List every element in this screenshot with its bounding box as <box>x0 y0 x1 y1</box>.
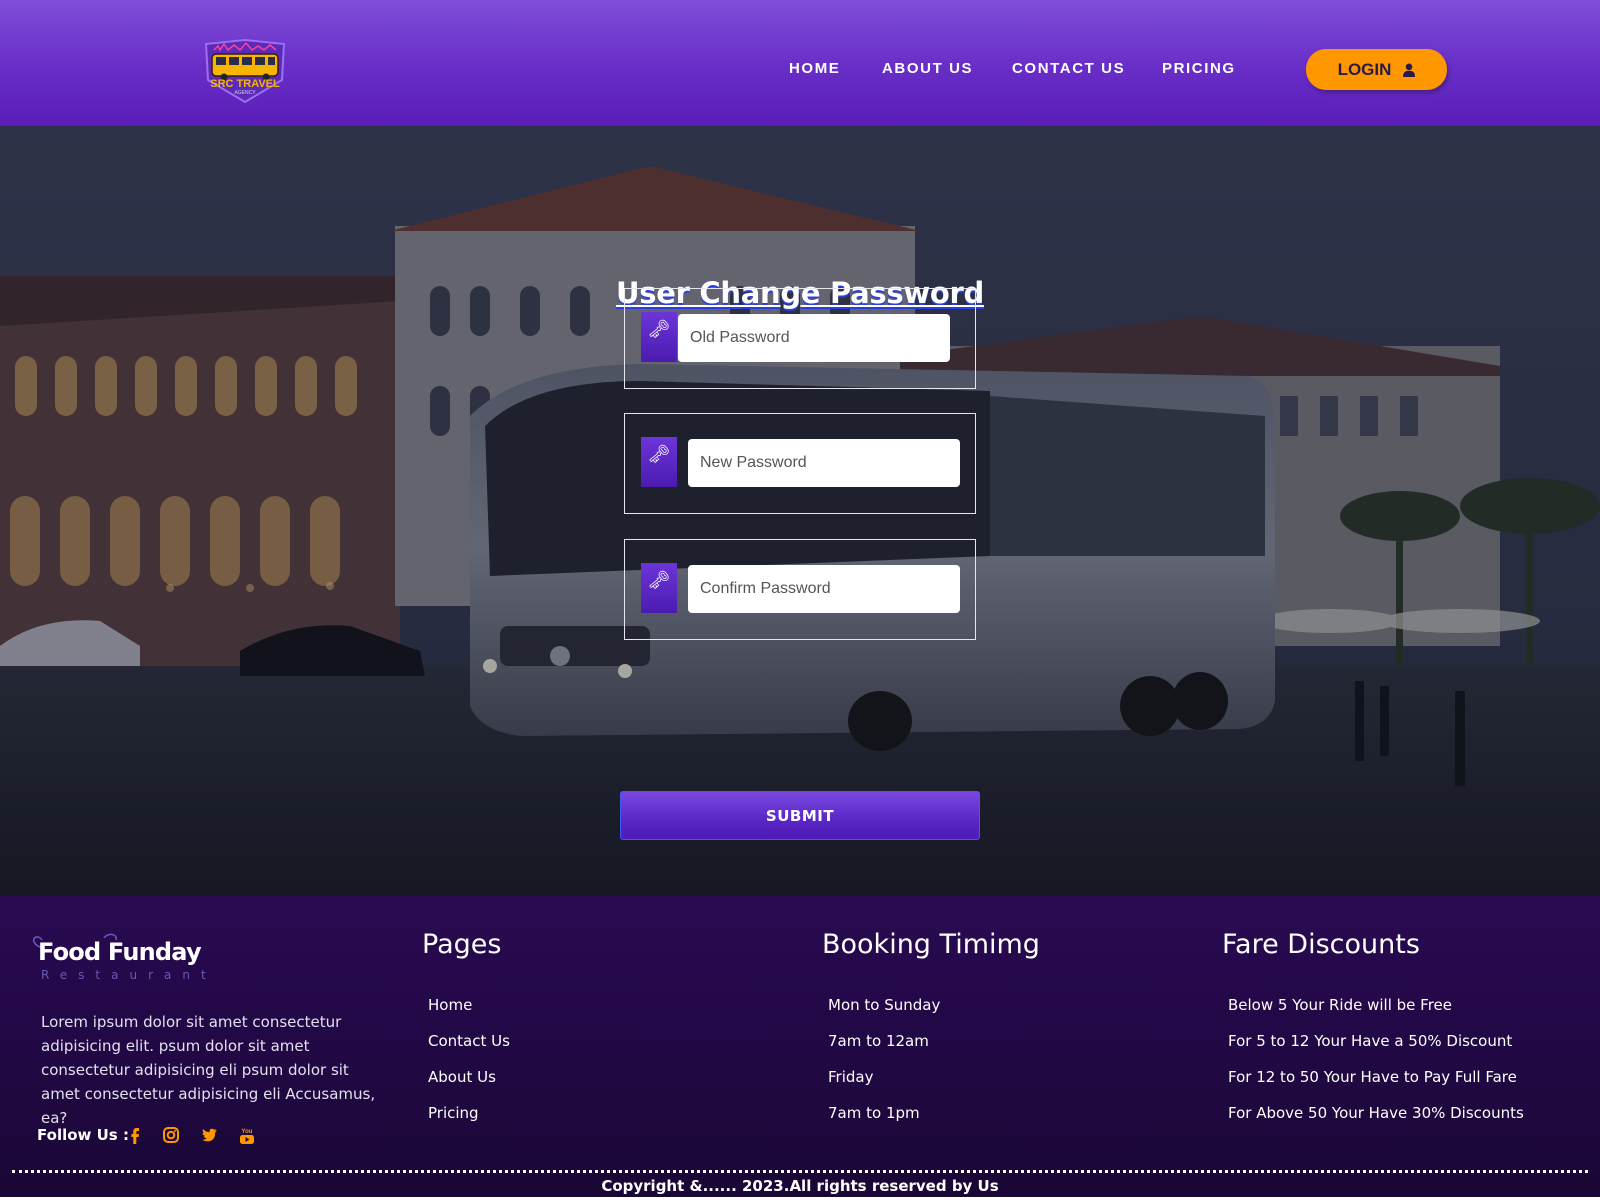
new-password-input[interactable] <box>688 439 960 487</box>
booking-item: Mon to Sunday <box>828 996 941 1014</box>
site-header: SRC TRAVEL AGENCY HOME ABOUT US CONTACT … <box>0 0 1600 126</box>
new-password-group: 🗝 <box>624 413 976 514</box>
svg-text:You: You <box>242 1129 253 1135</box>
booking-item: 7am to 1pm <box>828 1104 920 1122</box>
booking-item: 7am to 12am <box>828 1032 929 1050</box>
nav-pricing[interactable]: PRICING <box>1162 60 1236 77</box>
nav-contact-us[interactable]: CONTACT US <box>1012 60 1125 77</box>
old-password-input[interactable] <box>678 314 950 362</box>
instagram-icon[interactable] <box>160 1124 182 1146</box>
key-icon: 🗝 <box>641 563 677 613</box>
site-footer: Food Funday Restaurant Lorem ipsum dolor… <box>0 896 1600 1196</box>
footer-about-text: Lorem ipsum dolor sit amet consectetur a… <box>41 1013 376 1127</box>
footer-divider <box>12 1170 1588 1173</box>
booking-heading: Booking Timimg <box>822 929 1040 960</box>
pages-heading: Pages <box>422 929 502 960</box>
footer-link-about-us[interactable]: About Us <box>428 1068 510 1104</box>
key-icon: 🗝 <box>641 312 677 362</box>
youtube-icon[interactable]: You <box>236 1124 258 1146</box>
submit-button[interactable]: SUBMIT <box>620 791 980 840</box>
footer-brand-name[interactable]: Food Funday <box>38 938 202 966</box>
src-travel-logo[interactable]: SRC TRAVEL AGENCY <box>194 38 296 104</box>
booking-list: Mon to Sunday 7am to 12am Friday 7am to … <box>828 996 940 1140</box>
logo-text-main: SRC TRAVEL <box>210 78 280 90</box>
fare-discounts-list: Below 5 Your Ride will be Free For 5 to … <box>1228 996 1524 1140</box>
footer-link-pricing[interactable]: Pricing <box>428 1104 510 1140</box>
footer-link-home[interactable]: Home <box>428 996 510 1032</box>
fare-item: Below 5 Your Ride will be Free <box>1228 996 1452 1014</box>
pages-list: Home Contact Us About Us Pricing <box>428 996 510 1140</box>
follow-us-label: Follow Us : <box>37 1126 129 1144</box>
footer-link-contact-us[interactable]: Contact Us <box>428 1032 510 1068</box>
logo-text-sub: AGENCY <box>234 90 256 96</box>
login-button[interactable]: LOGIN <box>1306 49 1447 90</box>
nav-about-us[interactable]: ABOUT US <box>882 60 973 77</box>
twitter-icon[interactable] <box>198 1124 220 1146</box>
hero-section: User Change Password 🗝 🗝 🗝 SUBMIT <box>0 126 1600 896</box>
nav-home[interactable]: HOME <box>789 60 840 77</box>
fare-item: For Above 50 Your Have 30% Discounts <box>1228 1104 1524 1122</box>
key-icon: 🗝 <box>641 437 677 487</box>
booking-item: Friday <box>828 1068 874 1086</box>
copyright-text: Copyright &...... 2023.All rights reserv… <box>0 1175 1600 1197</box>
facebook-icon[interactable] <box>124 1124 146 1146</box>
footer-brand-subtitle: Restaurant <box>41 968 217 982</box>
confirm-password-group: 🗝 <box>624 539 976 640</box>
confirm-password-input[interactable] <box>688 565 960 613</box>
fare-item: For 12 to 50 Your Have to Pay Full Fare <box>1228 1068 1517 1086</box>
old-password-group: 🗝 <box>624 288 976 389</box>
fare-item: For 5 to 12 Your Have a 50% Discount <box>1228 1032 1513 1050</box>
fare-discounts-heading: Fare Discounts <box>1222 929 1420 960</box>
login-label: LOGIN <box>1337 59 1392 79</box>
user-icon <box>1403 63 1416 77</box>
